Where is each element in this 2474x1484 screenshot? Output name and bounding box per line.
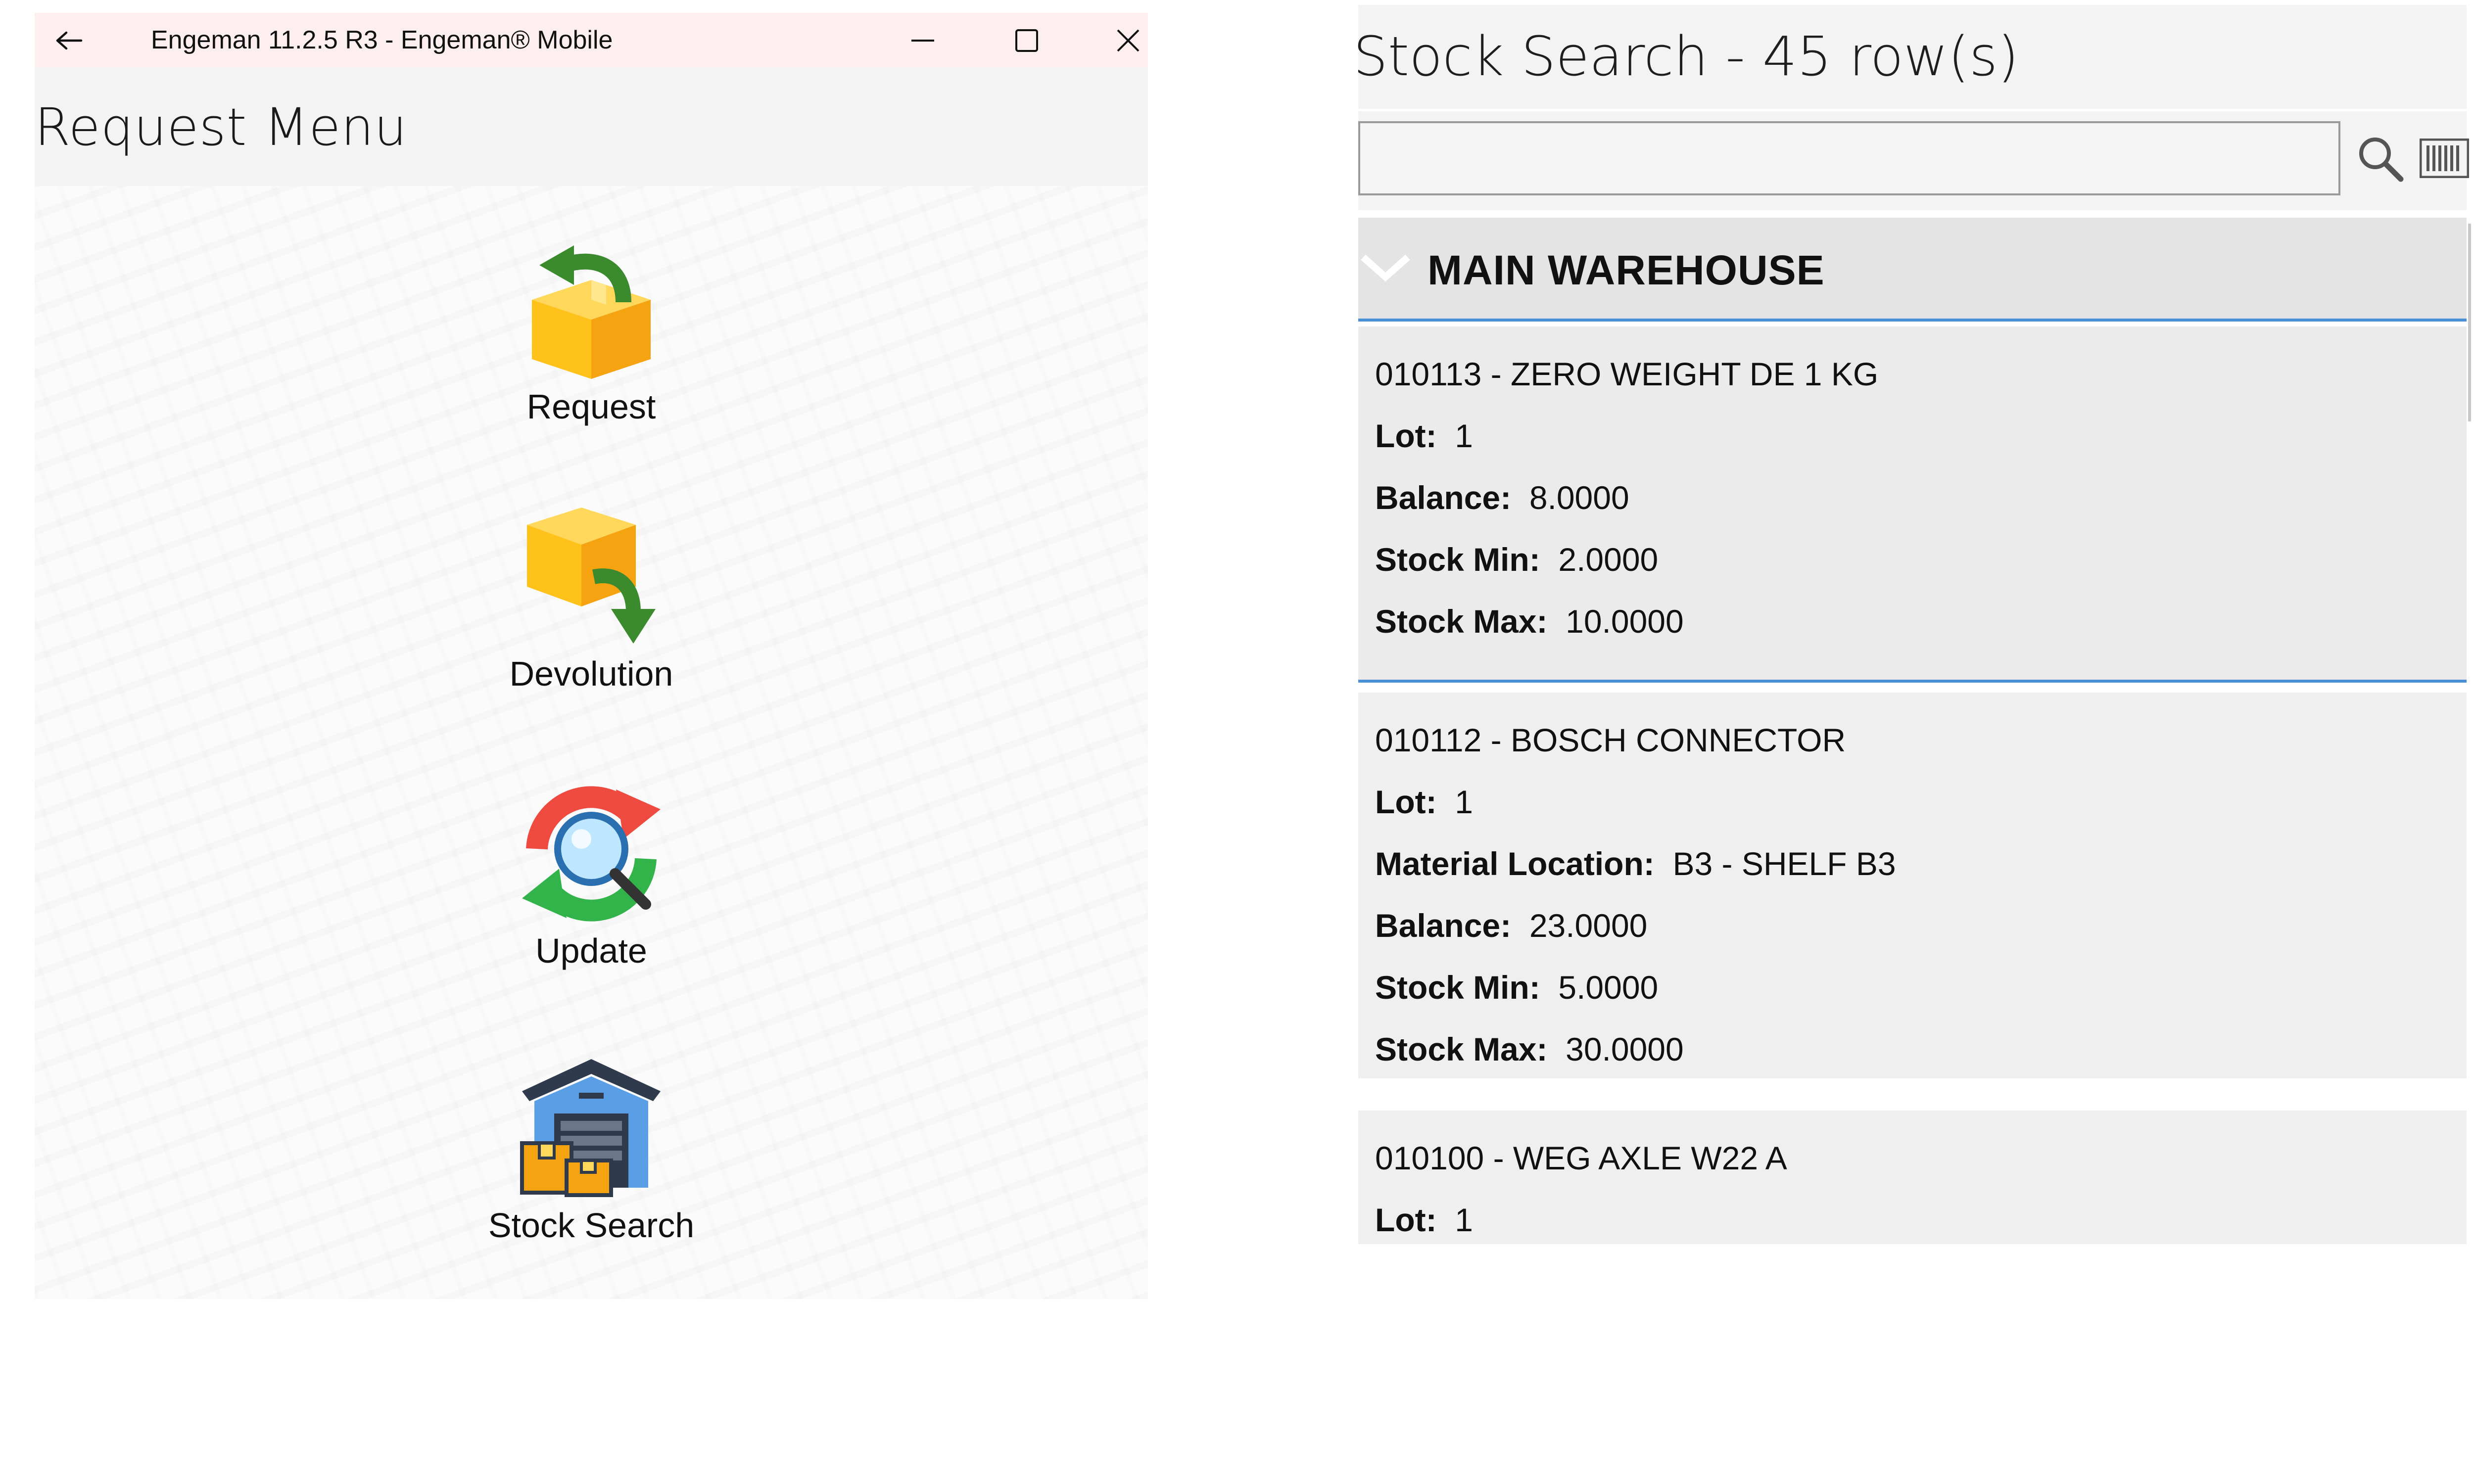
page-header: Request Menu (35, 67, 1148, 186)
scrollbar[interactable] (2468, 224, 2471, 421)
close-button[interactable] (1108, 21, 1148, 60)
item-field: Lot: 1 (1375, 784, 1473, 820)
search-bar (1358, 111, 2469, 210)
item-field: Balance: 8.0000 (1375, 479, 1629, 516)
page-title: Request Menu (35, 97, 408, 157)
maximize-button[interactable] (1007, 21, 1047, 60)
barcode-scan-button[interactable] (2417, 131, 2472, 186)
box-return-arrow-icon (517, 235, 666, 384)
menu-item-devolution[interactable]: Devolution (35, 503, 1148, 694)
box-down-arrow-icon (517, 503, 666, 651)
menu-area: Request Devolution Update Stock Search (35, 186, 1148, 1299)
chevron-down-icon (1361, 254, 1410, 282)
item-field: Stock Min: 5.0000 (1375, 969, 1659, 1006)
item-field: Stock Max: 10.0000 (1375, 603, 1684, 640)
menu-item-request[interactable]: Request (35, 235, 1148, 426)
minimize-button[interactable] (903, 21, 943, 60)
search-icon (2359, 138, 2404, 182)
menu-item-label: Request (526, 387, 656, 426)
search-button[interactable] (2353, 131, 2407, 186)
item-field: Balance: 23.0000 (1375, 907, 1648, 944)
page-header: Stock Search - 45 row(s) (1353, 5, 2467, 109)
window-title: Engeman 11.2.5 R3 - Engeman® Mobile (151, 26, 613, 54)
menu-item-label: Devolution (509, 654, 673, 693)
menu-item-label: Update (535, 931, 647, 970)
group-header-main-warehouse[interactable]: MAIN WAREHOUSE (1358, 218, 2467, 322)
warehouse-icon (517, 1054, 666, 1203)
minimize-icon (911, 40, 934, 42)
item-field: Material Location: B3 - SHELF B3 (1375, 845, 1896, 882)
menu-item-stock-search[interactable]: Stock Search (35, 1054, 1148, 1245)
list-item[interactable]: 010112 - BOSCH CONNECTOR Lot: 1 Material… (1358, 693, 2467, 1078)
item-title: 010100 - WEG AXLE W22 A (1375, 1140, 1787, 1176)
list-item[interactable]: 010100 - WEG AXLE W22 A Lot: 1 (1358, 1111, 2467, 1244)
page-title: Stock Search - 45 row(s) (1353, 25, 2019, 88)
back-arrow-icon (56, 31, 83, 50)
request-menu-window: Engeman 11.2.5 R3 - Engeman® Mobile Requ… (35, 13, 1148, 1299)
menu-item-update[interactable]: Update (35, 780, 1148, 971)
title-bar: Engeman 11.2.5 R3 - Engeman® Mobile (35, 13, 1148, 67)
item-field: Lot: 1 (1375, 1202, 1473, 1238)
refresh-search-icon (517, 780, 666, 928)
item-field: Lot: 1 (1375, 417, 1473, 454)
group-name: MAIN WAREHOUSE (1427, 247, 1825, 293)
stock-search-window: Stock Search - 45 row(s) MAIN WAREHOUSE … (1353, 0, 2474, 1266)
item-field: Stock Min: 2.0000 (1375, 541, 1659, 578)
close-icon (1117, 29, 1140, 52)
list-item[interactable]: 010113 - ZERO WEIGHT DE 1 KG Lot: 1 Bala… (1358, 326, 2467, 683)
item-title: 010113 - ZERO WEIGHT DE 1 KG (1375, 356, 1879, 392)
search-input[interactable] (1358, 121, 2340, 195)
maximize-icon (1015, 29, 1038, 52)
item-title: 010112 - BOSCH CONNECTOR (1375, 722, 1846, 758)
item-field: Stock Max: 30.0000 (1375, 1031, 1684, 1067)
barcode-icon (2420, 139, 2469, 178)
back-button[interactable] (49, 21, 89, 60)
menu-item-label: Stock Search (488, 1206, 695, 1245)
